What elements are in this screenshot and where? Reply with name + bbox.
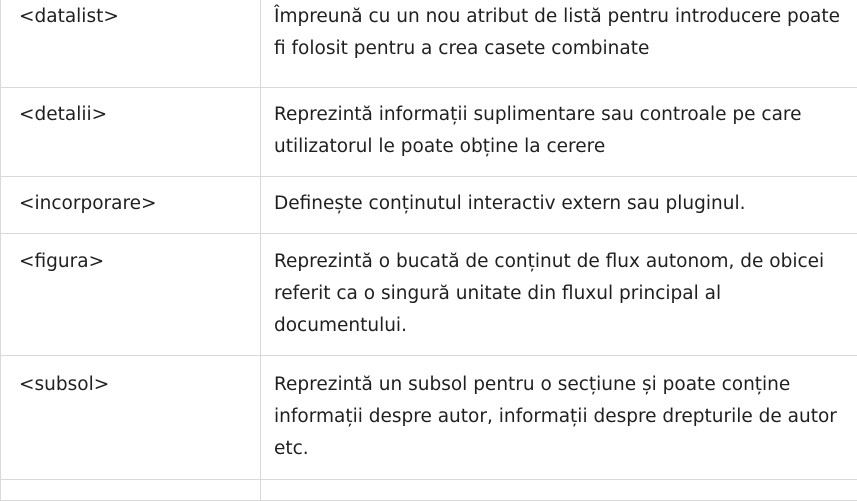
description-cell: Reprezintă o bucată de conținut de flux … — [261, 234, 857, 356]
table-row: <datalist> Împreună cu un nou atribut de… — [1, 0, 857, 88]
description-cell: Împreună cu un nou atribut de listă pent… — [261, 0, 857, 88]
table-row-partial — [1, 480, 857, 501]
description-cell: Definește conținutul interactiv extern s… — [261, 177, 857, 234]
table-row: <incorporare> Definește conținutul inter… — [1, 177, 857, 234]
empty-cell — [1, 480, 261, 501]
tag-cell: <detalii> — [1, 88, 261, 177]
empty-cell — [261, 480, 857, 501]
description-cell: Reprezintă informații suplimentare sau c… — [261, 88, 857, 177]
table-row: <figura> Reprezintă o bucată de conținut… — [1, 234, 857, 356]
tag-cell: <subsol> — [1, 356, 261, 480]
table-row: <detalii> Reprezintă informații suplimen… — [1, 88, 857, 177]
tag-cell: <incorporare> — [1, 177, 261, 234]
description-cell: Reprezintă un subsol pentru o secțiune ș… — [261, 356, 857, 480]
tag-cell: <figura> — [1, 234, 261, 356]
elements-table: <datalist> Împreună cu un nou atribut de… — [0, 0, 857, 501]
html-elements-table: <datalist> Împreună cu un nou atribut de… — [0, 0, 857, 501]
tag-cell: <datalist> — [1, 0, 261, 88]
table-row: <subsol> Reprezintă un subsol pentru o s… — [1, 356, 857, 480]
